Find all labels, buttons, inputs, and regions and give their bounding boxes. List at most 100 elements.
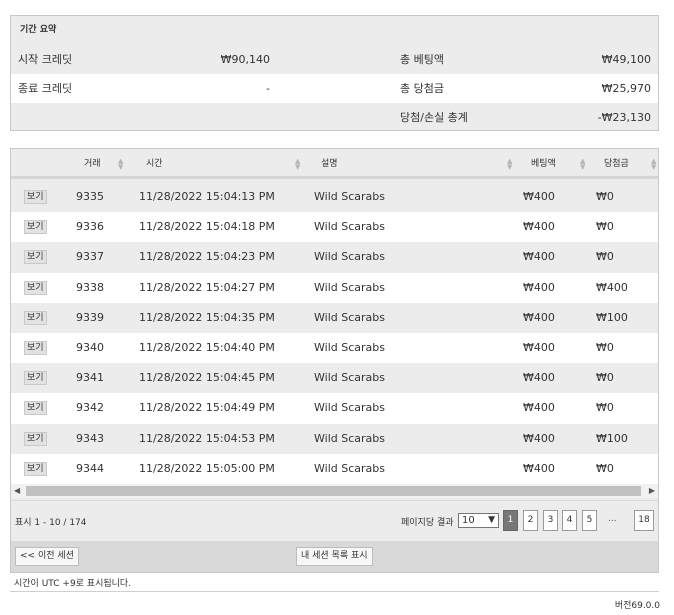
page-button-2[interactable]: 2: [523, 510, 538, 531]
transaction-bet: ₩400: [523, 190, 555, 203]
transaction-win: ₩0: [596, 190, 614, 203]
transaction-id: 9340: [76, 340, 104, 354]
transaction-id: 9335: [76, 190, 104, 203]
net-value: -₩23,130: [597, 111, 651, 124]
per-page-label: 페이지당 결과: [401, 518, 454, 528]
sort-icon[interactable]: ▲ ▼: [118, 158, 123, 171]
view-button[interactable]: 보기: [24, 461, 47, 476]
transaction-description: Wild Scarabs: [314, 340, 385, 354]
transaction-win: ₩0: [596, 340, 614, 354]
transactions-table: 거래 ▲ ▼ 시간 ▲ ▼ 설명 ▲ ▼ 베팅액 ▲ ▼ 당첨금 ▲ ▼ 보기 9335 …: [10, 148, 659, 573]
total-bet-label: 총 베팅액: [400, 53, 444, 66]
page-button-1[interactable]: 1: [503, 510, 518, 531]
view-button[interactable]: 보기: [24, 401, 47, 416]
transaction-bet: ₩400: [523, 371, 555, 385]
transaction-time: 11/28/2022 15:05:00 PM: [139, 461, 275, 475]
sort-icon[interactable]: ▲ ▼: [651, 158, 656, 171]
page-button-4[interactable]: 4: [562, 510, 577, 531]
column-transaction[interactable]: 거래: [84, 149, 101, 179]
page-button-last[interactable]: 18: [634, 510, 654, 531]
transaction-description: Wild Scarabs: [314, 190, 385, 203]
transaction-description: Wild Scarabs: [314, 401, 385, 415]
transaction-time: 11/28/2022 15:04:40 PM: [139, 340, 275, 354]
page-button-3[interactable]: 3: [543, 510, 558, 531]
view-button[interactable]: 보기: [24, 220, 47, 235]
view-button[interactable]: 보기: [24, 371, 47, 386]
previous-session-button[interactable]: << 이전 세션: [15, 547, 79, 566]
sort-icon[interactable]: ▲ ▼: [580, 158, 585, 171]
transaction-bet: ₩400: [523, 310, 555, 324]
transaction-time: 11/28/2022 15:04:45 PM: [139, 371, 275, 385]
sort-icon[interactable]: ▲ ▼: [507, 158, 512, 171]
horizontal-scrollbar[interactable]: ◀ ▶: [11, 484, 658, 498]
summary-row-3: 당첨/손실 총계 -₩23,130: [11, 103, 658, 132]
page-button-5[interactable]: 5: [582, 510, 597, 531]
transaction-win: ₩0: [596, 371, 614, 385]
transaction-time: 11/28/2022 15:04:13 PM: [139, 190, 275, 203]
view-button[interactable]: 보기: [24, 310, 47, 325]
view-button[interactable]: 보기: [24, 250, 47, 265]
transaction-bet: ₩400: [523, 340, 555, 354]
transaction-description: Wild Scarabs: [314, 371, 385, 385]
summary-row-1: 시작 크레딧 ₩90,140 총 베팅액 ₩49,100: [11, 45, 658, 74]
transaction-bet: ₩400: [523, 250, 555, 264]
transaction-win: ₩0: [596, 220, 614, 234]
page-ellipsis: ...: [608, 514, 617, 524]
transaction-win: ₩100: [596, 310, 628, 324]
transaction-time: 11/28/2022 15:04:49 PM: [139, 401, 275, 415]
transaction-time: 11/28/2022 15:04:18 PM: [139, 220, 275, 234]
transaction-description: Wild Scarabs: [314, 461, 385, 475]
column-description[interactable]: 설명: [321, 149, 338, 179]
transaction-win: ₩100: [596, 431, 628, 445]
view-button[interactable]: 보기: [24, 340, 47, 355]
transaction-description: Wild Scarabs: [314, 250, 385, 264]
table-row: 보기 9339 11/28/2022 15:04:35 PM Wild Scar…: [11, 302, 658, 333]
transaction-id: 9339: [76, 310, 104, 324]
table-row: 보기 9342 11/28/2022 15:04:49 PM Wild Scar…: [11, 393, 658, 424]
table-row: 보기 9344 11/28/2022 15:05:00 PM Wild Scar…: [11, 453, 658, 484]
view-button[interactable]: 보기: [24, 190, 47, 204]
per-page-select[interactable]: 10 ▼: [458, 513, 499, 528]
total-win-label: 총 당첨금: [400, 82, 444, 95]
table-row: 보기 9340 11/28/2022 15:04:40 PM Wild Scar…: [11, 332, 658, 364]
view-button[interactable]: 보기: [24, 431, 47, 446]
transaction-bet: ₩400: [523, 401, 555, 415]
results-count: 표시 1 - 10 / 174: [15, 518, 87, 528]
column-time[interactable]: 시간: [146, 149, 163, 179]
transaction-id: 9341: [76, 371, 104, 385]
footer-divider: [10, 591, 659, 592]
transaction-id: 9342: [76, 401, 104, 415]
transaction-description: Wild Scarabs: [314, 431, 385, 445]
chevron-down-icon: ▼: [488, 515, 495, 525]
transaction-id: 9337: [76, 250, 104, 264]
transaction-time: 11/28/2022 15:04:27 PM: [139, 280, 275, 294]
transaction-bet: ₩400: [523, 220, 555, 234]
transaction-description: Wild Scarabs: [314, 310, 385, 324]
sort-icon[interactable]: ▲ ▼: [295, 158, 300, 171]
total-win-value: ₩25,970: [601, 82, 651, 95]
version-label: 버전69.0.0: [614, 601, 660, 611]
transaction-win: ₩400: [596, 280, 628, 294]
column-bet[interactable]: 베팅액: [531, 149, 556, 179]
transaction-time: 11/28/2022 15:04:53 PM: [139, 431, 275, 445]
transaction-id: 9343: [76, 431, 104, 445]
summary-title: 기간 요약: [20, 25, 57, 35]
table-row: 보기 9335 11/28/2022 15:04:13 PM Wild Scar…: [11, 182, 658, 213]
table-row: 보기 9337 11/28/2022 15:04:23 PM Wild Scar…: [11, 242, 658, 273]
transaction-description: Wild Scarabs: [314, 280, 385, 294]
start-credit-value: ₩90,140: [220, 53, 270, 66]
scroll-right-icon[interactable]: ▶: [649, 486, 655, 495]
start-credit-label: 시작 크레딧: [18, 53, 73, 66]
view-button[interactable]: 보기: [24, 280, 47, 295]
end-credit-value: -: [266, 82, 270, 95]
transaction-bet: ₩400: [523, 461, 555, 475]
column-win[interactable]: 당첨금: [604, 149, 629, 179]
transaction-win: ₩0: [596, 461, 614, 475]
transaction-win: ₩0: [596, 250, 614, 264]
transaction-win: ₩0: [596, 401, 614, 415]
scroll-left-icon[interactable]: ◀: [14, 486, 20, 495]
my-sessions-button[interactable]: 내 세션 목록 표시: [296, 547, 373, 566]
scrollbar-thumb[interactable]: [26, 486, 641, 496]
period-summary-panel: 기간 요약 시작 크레딧 ₩90,140 총 베팅액 ₩49,100 종료 크레…: [10, 15, 659, 131]
timezone-note: 시간이 UTC +9로 표시됩니다.: [14, 579, 132, 589]
